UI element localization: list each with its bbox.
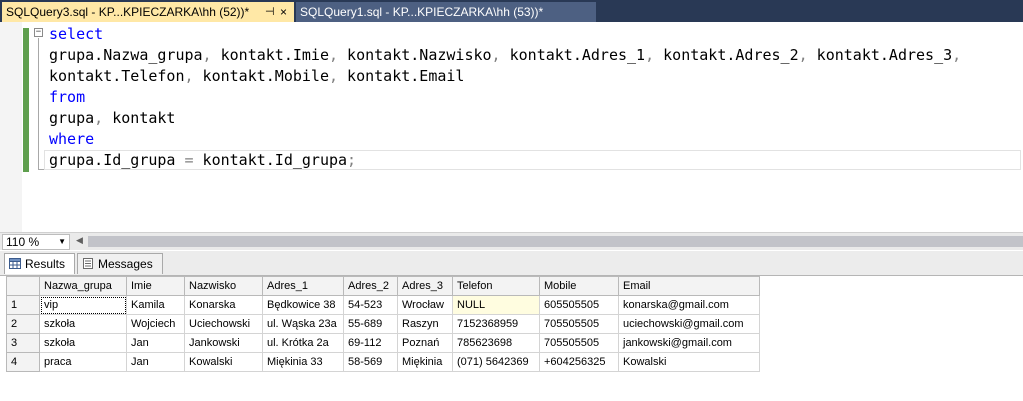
row-number[interactable]: 3 bbox=[6, 333, 40, 353]
tab-messages-label: Messages bbox=[98, 257, 153, 271]
code-line: kontakt.Telefon, kontakt.Mobile, kontakt… bbox=[49, 67, 465, 85]
column-header[interactable]: Nazwisko bbox=[184, 276, 263, 296]
outline-line bbox=[38, 38, 39, 170]
column-header[interactable]: Adres_2 bbox=[343, 276, 398, 296]
grid-cell[interactable]: 705505505 bbox=[539, 314, 619, 334]
grid-cell[interactable]: jankowski@gmail.com bbox=[618, 333, 760, 353]
grid-cell[interactable]: Kamila bbox=[126, 295, 185, 315]
grid-cell[interactable]: (071) 5642369 bbox=[452, 352, 540, 372]
column-header[interactable]: Nazwa_grupa bbox=[39, 276, 127, 296]
grid-cell[interactable]: NULL bbox=[452, 295, 540, 315]
grid-cell[interactable]: vip bbox=[39, 295, 127, 315]
grid-cell[interactable]: 705505505 bbox=[539, 333, 619, 353]
column-header[interactable]: Imie bbox=[126, 276, 185, 296]
grid-cell[interactable]: 55-689 bbox=[343, 314, 398, 334]
grid-cell[interactable]: +604256325 bbox=[539, 352, 619, 372]
selection-margin bbox=[0, 22, 22, 232]
results-tab-strip: Results Messages bbox=[0, 251, 1023, 276]
tab-label: SQLQuery3.sql - KP...KPIECZARKA\hh (52))… bbox=[6, 5, 250, 19]
grid-cell[interactable]: Miękinia bbox=[397, 352, 453, 372]
grid-cell[interactable]: Konarska bbox=[184, 295, 263, 315]
code-line: grupa, kontakt bbox=[49, 109, 176, 127]
tab-results-label: Results bbox=[25, 257, 66, 271]
collapse-icon[interactable]: − bbox=[34, 28, 43, 37]
editor-status-bar: 110 % ▼ ◀ bbox=[0, 232, 1023, 250]
horizontal-scrollbar-thumb[interactable] bbox=[88, 236, 1023, 247]
results-pane: Nazwa_grupa Imie Nazwisko Adres_1 Adres_… bbox=[0, 276, 1023, 401]
grid-cell[interactable]: Wojciech bbox=[126, 314, 185, 334]
messages-icon bbox=[83, 258, 93, 269]
grid-cell[interactable]: praca bbox=[39, 352, 127, 372]
grid-cell[interactable]: Kowalski bbox=[618, 352, 760, 372]
grid-cell[interactable]: ul. Wąska 23a bbox=[262, 314, 344, 334]
grid-icon bbox=[9, 258, 21, 269]
pin-icon[interactable]: ⊣ bbox=[265, 2, 275, 22]
grid-corner[interactable] bbox=[6, 276, 40, 296]
column-header[interactable]: Adres_1 bbox=[262, 276, 344, 296]
tab-sqlquery1[interactable]: SQLQuery1.sql - KP...KPIECZARKA\hh (53))… bbox=[296, 2, 596, 22]
grid-cell[interactable]: uciechowski@gmail.com bbox=[618, 314, 760, 334]
table-row[interactable]: 1 vip Kamila Konarska Będkowice 38 54-523 Wroc… bbox=[6, 295, 760, 315]
grid-cell[interactable]: Będkowice 38 bbox=[262, 295, 344, 315]
row-number[interactable]: 1 bbox=[6, 295, 40, 315]
grid-cell[interactable]: Wrocław bbox=[397, 295, 453, 315]
grid-cell[interactable]: ul. Krótka 2a bbox=[262, 333, 344, 353]
grid-cell[interactable]: Jankowski bbox=[184, 333, 263, 353]
tab-messages[interactable]: Messages bbox=[77, 253, 163, 274]
column-header[interactable]: Telefon bbox=[452, 276, 540, 296]
tab-label: SQLQuery1.sql - KP...KPIECZARKA\hh (53))… bbox=[300, 5, 544, 19]
column-header[interactable]: Adres_3 bbox=[397, 276, 453, 296]
grid-cell[interactable]: 7152368959 bbox=[452, 314, 540, 334]
zoom-value: 110 % bbox=[6, 235, 40, 249]
table-row[interactable]: 3 szkoła Jan Jankowski ul. Krótka 2a 69-112 Po… bbox=[6, 333, 760, 353]
tab-results[interactable]: Results bbox=[4, 253, 75, 274]
code-line: where bbox=[49, 130, 95, 148]
row-number[interactable]: 2 bbox=[6, 314, 40, 334]
chevron-down-icon[interactable]: ▼ bbox=[58, 235, 66, 249]
grid-cell[interactable]: Uciechowski bbox=[184, 314, 263, 334]
grid-cell[interactable]: Poznań bbox=[397, 333, 453, 353]
code-line: grupa.Id_grupa = kontakt.Id_grupa; bbox=[49, 151, 357, 169]
grid-cell[interactable]: szkoła bbox=[39, 333, 127, 353]
grid-cell[interactable]: 69-112 bbox=[343, 333, 398, 353]
table-row[interactable]: 2 szkoła Wojciech Uciechowski ul. Wąska 23a 5… bbox=[6, 314, 760, 334]
zoom-select[interactable]: 110 % ▼ bbox=[2, 234, 70, 250]
code-line: from bbox=[49, 88, 86, 106]
grid-cell[interactable]: 58-569 bbox=[343, 352, 398, 372]
code-text[interactable]: select grupa.Nazwa_grupa, kontakt.Imie, k… bbox=[49, 24, 961, 171]
row-number[interactable]: 4 bbox=[6, 352, 40, 372]
grid-cell[interactable]: Jan bbox=[126, 352, 185, 372]
grid-cell[interactable]: 785623698 bbox=[452, 333, 540, 353]
column-header[interactable]: Email bbox=[618, 276, 760, 296]
results-grid[interactable]: Nazwa_grupa Imie Nazwisko Adres_1 Adres_… bbox=[6, 276, 760, 372]
query-editor[interactable]: − select grupa.Nazwa_grupa, kontakt.Imie,… bbox=[0, 22, 1023, 232]
grid-cell[interactable]: 54-523 bbox=[343, 295, 398, 315]
close-icon[interactable]: × bbox=[280, 2, 287, 22]
code-line: grupa.Nazwa_grupa, kontakt.Imie, kontakt… bbox=[49, 45, 961, 66]
grid-cell[interactable]: Miękinia 33 bbox=[262, 352, 344, 372]
code-line-text: grupa.Nazwa_grupa, kontakt.Imie, kontakt… bbox=[49, 46, 962, 64]
tab-sqlquery3[interactable]: SQLQuery3.sql - KP...KPIECZARKA\hh (52))… bbox=[2, 2, 294, 22]
grid-cell[interactable]: 605505505 bbox=[539, 295, 619, 315]
document-tab-bar: SQLQuery3.sql - KP...KPIECZARKA\hh (52))… bbox=[0, 0, 1023, 22]
column-header[interactable]: Mobile bbox=[539, 276, 619, 296]
grid-cell[interactable]: Jan bbox=[126, 333, 185, 353]
grid-cell[interactable]: Raszyn bbox=[397, 314, 453, 334]
table-row[interactable]: 4 praca Jan Kowalski Miękinia 33 58-569 Miękin… bbox=[6, 352, 760, 372]
scroll-left-icon[interactable]: ◀ bbox=[76, 236, 83, 246]
code-line: select bbox=[49, 25, 104, 43]
grid-cell[interactable]: szkoła bbox=[39, 314, 127, 334]
grid-cell[interactable]: Kowalski bbox=[184, 352, 263, 372]
grid-cell[interactable]: konarska@gmail.com bbox=[618, 295, 760, 315]
change-tracking-margin bbox=[23, 28, 29, 172]
